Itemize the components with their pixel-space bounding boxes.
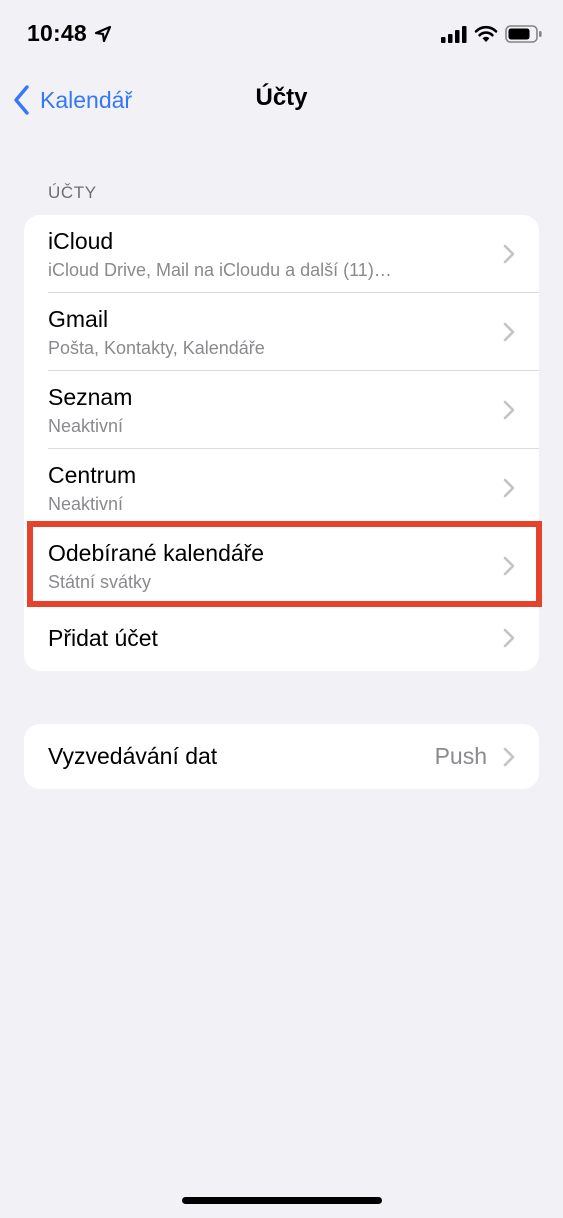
chevron-right-icon [503, 747, 515, 767]
chevron-right-icon [503, 478, 515, 498]
cellular-signal-icon [441, 26, 467, 43]
account-subtitle: Neaktivní [48, 494, 124, 514]
account-title: Odebírané kalendáře [48, 540, 265, 566]
account-title: Centrum [48, 462, 137, 488]
chevron-right-icon [503, 628, 515, 648]
wifi-icon [474, 25, 498, 42]
status-bar: 10:48 [0, 0, 563, 70]
page-title: Účty [255, 84, 308, 111]
section-header-accounts: ÚČTY [48, 183, 97, 202]
fetch-data-row[interactable]: Vyzvedávání dat Push [24, 724, 539, 789]
fetch-data-label: Vyzvedávání dat [48, 743, 218, 769]
account-subtitle: iCloud Drive, Mail na iCloudu a další (1… [48, 260, 392, 280]
account-row-subscribed-calendars[interactable]: Odebírané kalendáře Státní svátky [24, 527, 539, 605]
account-subtitle: Pošta, Kontakty, Kalendáře [48, 338, 265, 358]
home-indicator[interactable] [182, 1197, 382, 1204]
accounts-screen: 10:48 Kalendář Účty ÚČTY iCloud iCloud D… [0, 0, 563, 1218]
chevron-right-icon [503, 556, 515, 576]
account-title: iCloud [48, 228, 114, 254]
account-title: Seznam [48, 384, 133, 410]
fetch-data-group: Vyzvedávání dat Push [24, 724, 539, 789]
fetch-data-value: Push [434, 743, 487, 769]
account-row-icloud[interactable]: iCloud iCloud Drive, Mail na iCloudu a d… [24, 215, 539, 293]
status-time: 10:48 [27, 20, 87, 46]
chevron-right-icon [503, 244, 515, 264]
location-arrow-icon [94, 25, 112, 43]
account-row-gmail[interactable]: Gmail Pošta, Kontakty, Kalendáře [24, 293, 539, 371]
account-row-centrum[interactable]: Centrum Neaktivní [24, 449, 539, 527]
account-title: Gmail [48, 306, 109, 332]
chevron-right-icon [503, 400, 515, 420]
account-row-seznam[interactable]: Seznam Neaktivní [24, 371, 539, 449]
account-subtitle: Státní svátky [48, 572, 152, 592]
account-subtitle: Neaktivní [48, 416, 124, 436]
chevron-right-icon [503, 322, 515, 342]
accounts-list: iCloud iCloud Drive, Mail na iCloudu a d… [24, 215, 539, 671]
add-account-label: Přidat účet [48, 625, 158, 651]
battery-icon [505, 25, 542, 43]
add-account-button[interactable]: Přidat účet [24, 605, 539, 671]
